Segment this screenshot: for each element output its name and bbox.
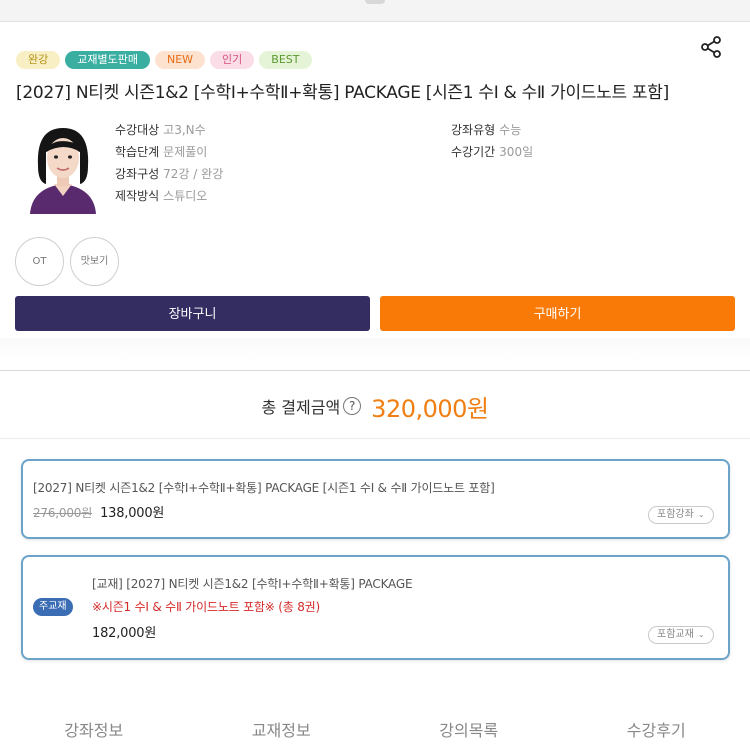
included-lectures-label: 포함강좌	[657, 509, 694, 520]
badge-new: NEW	[154, 51, 206, 69]
badge-row: 완강 교재별도판매 NEW 인기 BEST	[16, 51, 312, 69]
info-row-period: 수강기간 300일	[451, 145, 534, 159]
textbook-item-card[interactable]: 주교재 [교재] [2027] N티켓 시즌1&2 [수학Ⅰ+수학Ⅱ+확통] P…	[21, 555, 730, 660]
info-row-type: 강좌유형 수능	[451, 123, 522, 137]
lecture-price: 138,000원	[100, 506, 165, 521]
buy-button[interactable]: 구매하기	[380, 296, 735, 331]
lecture-item-prices: 276,000원 138,000원	[33, 502, 164, 521]
detail-tabs: 강좌정보 교재정보 강의목록 수강후기	[0, 712, 750, 750]
top-bar	[0, 0, 750, 22]
faint-overlay	[0, 338, 750, 360]
ot-button[interactable]: OT	[15, 237, 64, 286]
included-textbooks-label: 포함교재	[657, 629, 694, 640]
badge-popular: 인기	[210, 51, 255, 69]
info-row-target: 수강대상 고3,N수	[115, 123, 206, 137]
divider	[0, 370, 750, 371]
total-amount: 320,000원	[371, 394, 489, 423]
cart-button[interactable]: 장바구니	[15, 296, 370, 331]
info-row-composition: 강좌구성 72강 / 완강	[115, 167, 224, 181]
main-textbook-badge: 주교재	[33, 598, 73, 616]
chevron-down-icon: ⌄	[697, 510, 705, 519]
info-row-level: 학습단계 문제풀이	[115, 145, 208, 159]
help-icon[interactable]: ?	[343, 397, 362, 415]
total-payment: 총 결제금액 ? 320,000원	[0, 386, 750, 426]
lecture-item-title: [2027] N티켓 시즌1&2 [수학Ⅰ+수학Ⅱ+확통] PACKAGE [시…	[33, 481, 495, 495]
textbook-item-note: ※시즌1 수Ⅰ & 수Ⅱ 가이드노트 포함※ (총 8권)	[92, 600, 320, 614]
preview-button[interactable]: 맛보기	[70, 237, 119, 286]
course-info-left: 수강대상 고3,N수 학습단계 문제풀이 강좌구성 72강 / 완강 제작방식 스튜디오	[115, 119, 223, 207]
textbook-price: 182,000원	[92, 626, 157, 641]
lecture-item-card[interactable]: [2027] N티켓 시즌1&2 [수학Ⅰ+수학Ⅱ+확통] PACKAGE [시…	[21, 459, 730, 539]
textbook-item-title: [교재] [2027] N티켓 시즌1&2 [수학Ⅰ+수학Ⅱ+확통] PACKA…	[92, 577, 413, 591]
course-info-right: 강좌유형 수능 수강기간 300일	[451, 119, 533, 163]
tab-reviews[interactable]: 수강후기	[563, 712, 750, 750]
tab-course-info[interactable]: 강좌정보	[0, 712, 188, 750]
info-row-production: 제작방식 스튜디오	[115, 189, 208, 203]
total-label: 총 결제금액	[261, 398, 341, 417]
tab-lecture-list[interactable]: 강의목록	[375, 712, 563, 750]
badge-complete: 완강	[16, 51, 61, 69]
divider	[0, 438, 750, 439]
chevron-down-icon: ⌄	[697, 630, 705, 639]
badge-best: BEST	[259, 51, 312, 69]
teacher-avatar	[24, 122, 102, 214]
badge-book-separate: 교재별도판매	[65, 51, 150, 69]
tab-textbook-info[interactable]: 교재정보	[188, 712, 376, 750]
lecture-original-price: 276,000원	[33, 506, 93, 520]
course-title: [2027] N티켓 시즌1&2 [수학Ⅰ+수학Ⅱ+확통] PACKAGE [시…	[16, 83, 669, 103]
drag-notch	[365, 0, 385, 4]
share-icon[interactable]	[700, 36, 722, 58]
included-textbooks-dropdown[interactable]: 포함교재 ⌄	[648, 626, 714, 644]
included-lectures-dropdown[interactable]: 포함강좌 ⌄	[648, 506, 714, 524]
